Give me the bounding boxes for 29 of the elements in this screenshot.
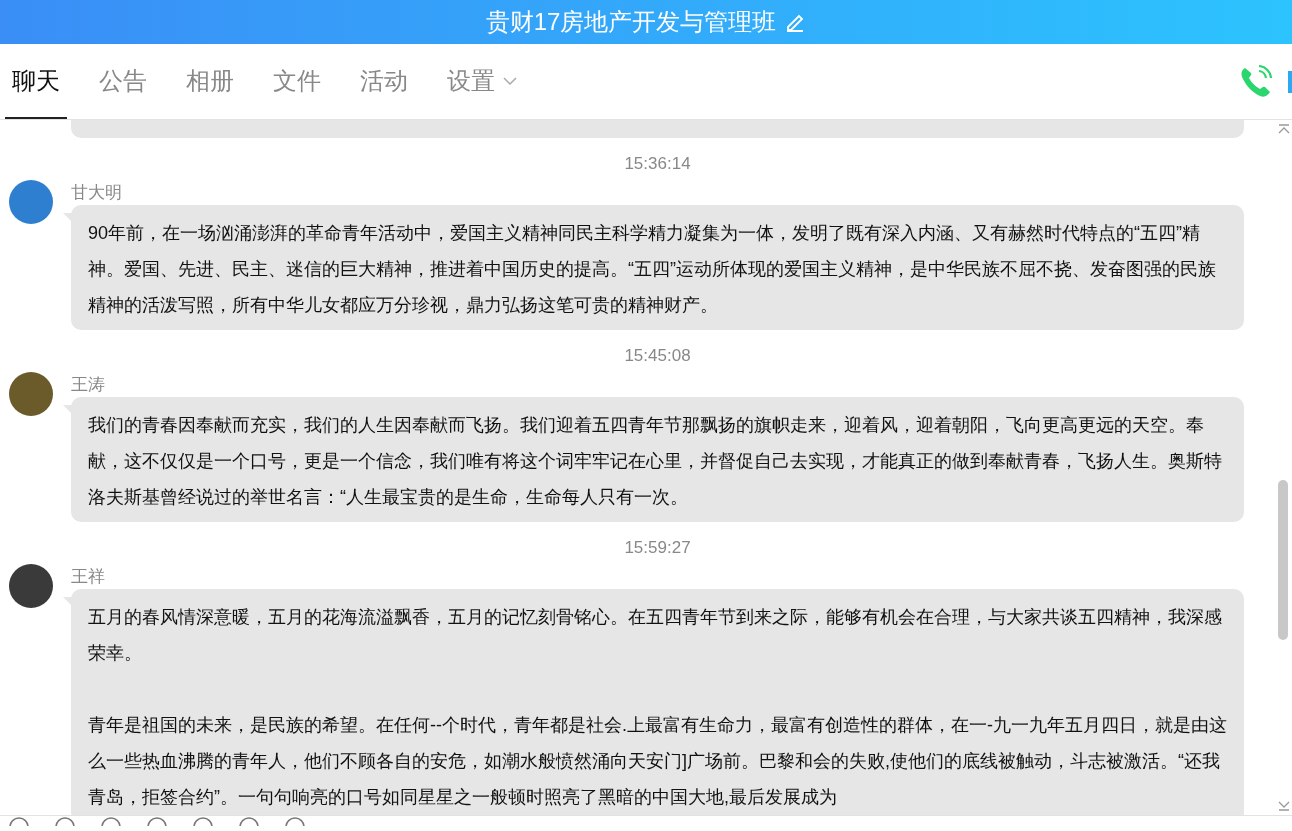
toolbar-icon[interactable] [146,816,168,826]
scrollbar-thumb[interactable] [1278,480,1288,640]
message-text: 青年是祖国的未来，是民族的希望。在任何--个时代，青年都是社会.上最富有生命力，最富有创造性的群体，在一-九一九年五月四日，就是由这么一些热血沸腾的青年人，他们不顾各自的安危，如潮水般愤然涌向天安门]广场前。巴黎和会的失败,使他们的底线被触动，斗志被激活。“还我青岛，拒签合约”。一句句响亮的口号如同星星之一般顿时照亮了黑暗的中国大地,最后发展成为 [88,714,1227,809]
toolbar-icon[interactable] [238,816,260,826]
tab[interactable]: 相册 [179,44,241,119]
sender-name: 甘大明 [71,183,123,203]
group-title: 贵财17房地产开发与管理班 [485,7,777,37]
tab[interactable]: 设置 [440,44,524,119]
toolbar-icon[interactable] [100,816,122,826]
scroll-down-icon[interactable] [1278,801,1290,811]
toolbar-icon[interactable] [54,816,76,826]
message-text: 五月的春风情深意暖，五月的花海流溢飘香，五月的记忆刻骨铭心。在五四青年节到来之际，能够有机会在合理，与大家共谈五四精神，我深感荣幸。 [88,606,1223,665]
scroll-up-icon[interactable] [1278,124,1290,134]
avatar[interactable] [9,372,53,416]
tab[interactable]: 公告 [92,44,154,119]
sender-name: 王涛 [71,375,106,395]
timestamp: 15:36:14 [623,154,692,174]
tab[interactable]: 文件 [266,44,328,119]
toolbar-icon[interactable] [284,816,306,826]
timestamp: 15:45:08 [623,346,692,366]
message-text: 90年前，在一场汹涌澎湃的革命青年活动中，爱国主义精神同民主科学精力凝集为一体，发明了既有深入内涵、又有赫然时代特点的“五四”精神。爱国、先进、民主、迷信的巨大精神，推进着中国历史的提高。“五四”运动所体现的爱国主义精神，是中华民族不屈不挠、发奋图强的民族精神的活泼写照，所有中华儿女都应万分珍视，鼎力弘扬这笔可贵的精神财产。 [88,222,1217,317]
sender-name: 王祥 [71,567,106,587]
tab[interactable]: 活动 [353,44,415,119]
toolbar-icon[interactable] [8,816,30,826]
toolbar-icon[interactable] [192,816,214,826]
message-text: 我们的青春因奉献而充实，我们的人生因奉献而飞扬。我们迎着五四青年节那飘扬的旗帜走来，迎着风，迎着朝阳，飞向更高更远的天空。奉献，这不仅仅是一个口号，更是一个信念，我们唯有将这个词牢牢记在心里，并督促自己去实现，才能真正的做到奉献青春，飞扬人生。奥斯特洛夫斯基曾经说过的举世名言：“人生最宝贵的是生命，生命每人只有一次。 [88,414,1223,509]
tab[interactable]: 聊天 [5,44,67,119]
timestamp: 15:59:27 [623,538,692,558]
avatar[interactable] [9,564,53,608]
